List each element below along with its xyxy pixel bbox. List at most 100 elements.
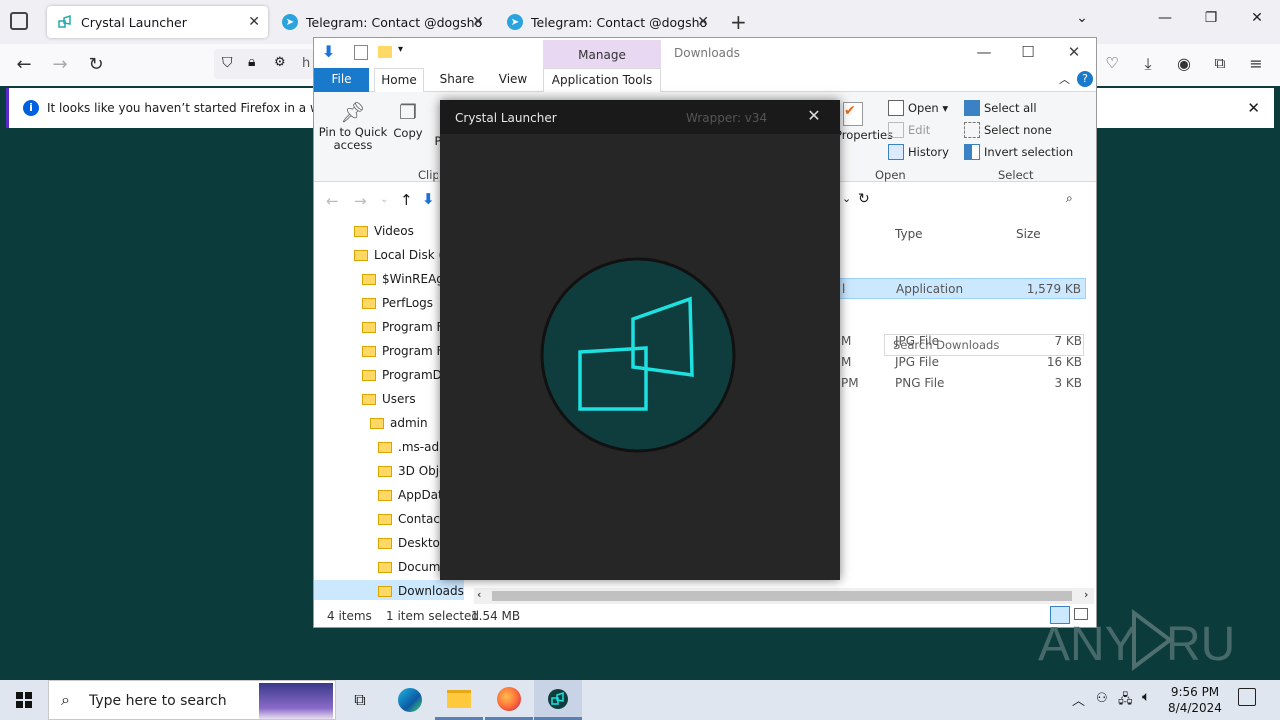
select-all-icon bbox=[964, 100, 980, 116]
file-row[interactable]: M JPG File 16 KB bbox=[839, 352, 1086, 373]
restore-icon[interactable]: ❐ bbox=[1196, 10, 1226, 26]
open-group-label: Open bbox=[875, 168, 906, 182]
close-window-icon[interactable]: ✕ bbox=[1242, 10, 1272, 26]
reload-icon[interactable]: ↻ bbox=[84, 54, 108, 75]
properties-qat-icon[interactable] bbox=[354, 45, 368, 60]
history-label: History bbox=[908, 145, 949, 159]
tab-share[interactable]: Share bbox=[434, 68, 480, 92]
file-size: 16 KB bbox=[1046, 355, 1082, 369]
extensions-icon[interactable]: ⧉ bbox=[1208, 54, 1232, 72]
show-hidden-icons[interactable]: ︿ bbox=[1072, 690, 1085, 709]
file-explorer-icon[interactable] bbox=[435, 680, 483, 720]
close-notification-icon[interactable]: ✕ bbox=[1247, 99, 1260, 117]
taskbar-search[interactable]: ⌕ Type here to search bbox=[48, 680, 336, 720]
close-tab-icon[interactable]: ✕ bbox=[697, 14, 709, 30]
url-bar[interactable]: ⛉ 🔒︎ ⚙ h bbox=[214, 49, 324, 79]
close-tab-icon[interactable]: ✕ bbox=[472, 14, 484, 30]
tab-telegram-1[interactable]: ➤ Telegram: Contact @dogshouse_bot ✕ bbox=[272, 6, 492, 38]
forward-icon[interactable]: → bbox=[354, 192, 367, 210]
account-icon[interactable]: ◉ bbox=[1172, 54, 1196, 73]
pocket-icon[interactable]: ♡ bbox=[1100, 54, 1124, 72]
tab-crystal-launcher[interactable]: Crystal Launcher ✕ bbox=[47, 6, 268, 38]
history-button[interactable]: History bbox=[888, 144, 949, 160]
firefox-icon[interactable] bbox=[485, 680, 533, 720]
back-icon[interactable]: ← bbox=[326, 192, 339, 210]
lock-icon: 🔒︎ bbox=[248, 54, 256, 70]
scroll-right-icon[interactable]: › bbox=[1084, 588, 1088, 601]
select-none-button[interactable]: Select none bbox=[964, 122, 1052, 138]
address-downloads-icon: ⬇ bbox=[422, 190, 435, 208]
edit-label: Edit bbox=[908, 123, 931, 137]
address-dropdown-icon[interactable]: ⌄ bbox=[842, 192, 851, 205]
item-count: 4 items bbox=[327, 609, 372, 623]
network-status-icon[interactable]: ⚇ bbox=[1096, 691, 1108, 706]
pin-quick-access-button[interactable]: 📌︎ Pin to Quick access bbox=[318, 100, 388, 152]
tree-node-label: PerfLogs bbox=[382, 296, 434, 310]
ribbon-tabs: File Home Share View Application Tools ︿… bbox=[314, 68, 1096, 92]
tree-node[interactable]: Downloads bbox=[314, 580, 464, 600]
scroll-left-icon[interactable]: ‹ bbox=[477, 588, 481, 601]
list-all-tabs-icon[interactable]: ⌄ bbox=[1067, 10, 1097, 26]
tab-application-tools[interactable]: Application Tools bbox=[543, 68, 661, 92]
copy-button[interactable]: ❐ Copy bbox=[390, 100, 426, 140]
recent-dropdown-icon[interactable]: ⌄ bbox=[380, 194, 388, 205]
crystal-launcher-taskbar-icon[interactable] bbox=[534, 680, 582, 720]
column-size[interactable]: Size bbox=[1016, 227, 1041, 241]
close-icon[interactable]: ✕ bbox=[1059, 43, 1089, 61]
minimize-icon[interactable]: — bbox=[1150, 10, 1180, 26]
launcher-close-icon[interactable]: ✕ bbox=[798, 106, 830, 128]
search-placeholder: Type here to search bbox=[89, 693, 227, 709]
start-button[interactable] bbox=[0, 680, 48, 720]
tab-list-icon[interactable] bbox=[10, 12, 28, 30]
horizontal-scrollbar[interactable]: ‹ › bbox=[474, 588, 1094, 604]
up-icon[interactable]: ↑ bbox=[400, 191, 413, 209]
manage-label: Manage bbox=[578, 48, 626, 62]
back-icon[interactable]: ← bbox=[12, 54, 36, 75]
folder-icon bbox=[354, 249, 368, 261]
tab-telegram-2[interactable]: ➤ Telegram: Contact @dogshouse_bot ✕ bbox=[497, 6, 717, 38]
minimize-icon[interactable]: — bbox=[969, 43, 999, 61]
volume-icon[interactable]: 🔈︎ bbox=[1142, 689, 1150, 705]
column-type[interactable]: Type bbox=[895, 227, 923, 241]
refresh-icon[interactable]: ↻ bbox=[858, 191, 870, 207]
qat-dropdown-icon[interactable]: ▾ bbox=[398, 44, 403, 55]
tab-home[interactable]: Home bbox=[374, 68, 424, 92]
window-title: Downloads bbox=[674, 46, 740, 60]
new-folder-qat-icon[interactable] bbox=[378, 46, 392, 58]
select-all-button[interactable]: Select all bbox=[964, 100, 1037, 116]
folder-icon bbox=[370, 417, 384, 429]
notifications-icon[interactable] bbox=[1238, 688, 1256, 706]
help-icon[interactable]: ? bbox=[1077, 71, 1093, 87]
close-tab-icon[interactable]: ✕ bbox=[248, 14, 260, 30]
open-button[interactable]: Open ▾ bbox=[888, 100, 948, 116]
maximize-icon[interactable]: ☐ bbox=[1013, 43, 1043, 61]
new-tab-button[interactable]: + bbox=[730, 10, 747, 34]
edge-icon[interactable] bbox=[386, 680, 434, 720]
tab-label: Telegram: Contact @dogshouse_bot bbox=[531, 14, 707, 30]
forward-icon[interactable]: → bbox=[48, 54, 72, 75]
downloads-icon[interactable]: ⤓ bbox=[1136, 54, 1160, 74]
edit-button[interactable]: Edit bbox=[888, 122, 930, 138]
scroll-thumb[interactable] bbox=[492, 591, 1072, 601]
collapse-ribbon-icon[interactable]: ︿ bbox=[1059, 71, 1070, 87]
task-view-icon[interactable]: ⧉ bbox=[336, 680, 384, 720]
menu-icon[interactable]: ≡ bbox=[1244, 54, 1268, 73]
properties-button[interactable]: ✔ Properties bbox=[835, 102, 893, 142]
folder-icon bbox=[362, 393, 376, 405]
network-icon[interactable]: 🖧︎ bbox=[1118, 690, 1133, 712]
tree-node-label: Videos bbox=[374, 224, 414, 238]
file-row[interactable]: PM PNG File 3 KB bbox=[839, 373, 1086, 394]
select-none-label: Select none bbox=[984, 123, 1052, 137]
tab-file[interactable]: File bbox=[314, 68, 369, 92]
folder-icon bbox=[378, 561, 392, 573]
selection-count: 1 item selected bbox=[386, 609, 480, 623]
tab-view[interactable]: View bbox=[490, 68, 536, 92]
file-type: Application bbox=[896, 282, 964, 296]
tree-node-label: Users bbox=[382, 392, 416, 406]
search-icon: ⌕ bbox=[1066, 191, 1073, 205]
file-row[interactable]: M JPG File 7 KB bbox=[839, 331, 1086, 352]
file-row[interactable]: l Application 1,579 KB bbox=[839, 278, 1086, 299]
clock[interactable]: 9:56 PM 8/4/2024 bbox=[1164, 684, 1226, 716]
crystal-launcher-window: Crystal Launcher Wrapper: v34 ✕ bbox=[440, 100, 840, 580]
invert-selection-button[interactable]: Invert selection bbox=[964, 144, 1073, 160]
